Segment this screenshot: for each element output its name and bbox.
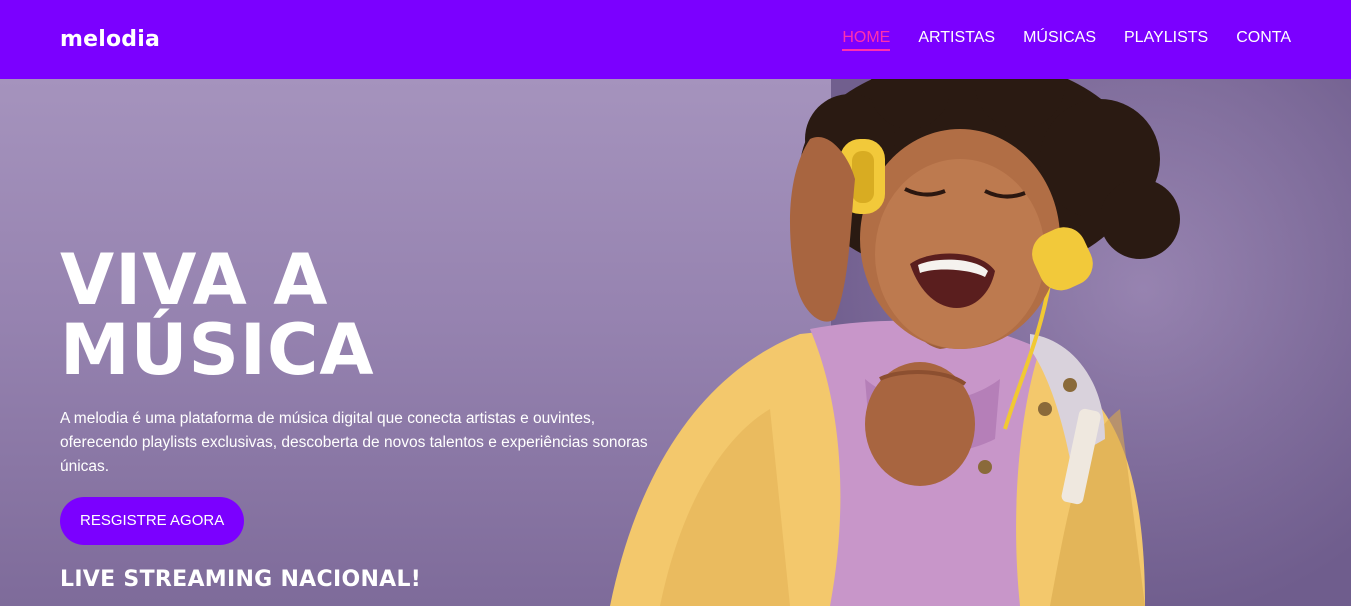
nav-link-home[interactable]: HOME xyxy=(842,29,891,51)
hero-description: A melodia é uma plataforma de música dig… xyxy=(60,410,648,475)
hero-content: VIVA A MÚSICA A melodia é uma plataforma… xyxy=(60,245,660,592)
hero-singer-image xyxy=(610,79,1180,606)
main-navigation: HOME ARTISTAS MÚSICAS PLAYLISTS CONTA xyxy=(842,29,1291,51)
live-streaming-tagline: LIVE STREAMING NACIONAL! xyxy=(60,567,422,592)
nav-link-artistas[interactable]: ARTISTAS xyxy=(918,29,995,51)
register-now-button[interactable]: RESGISTRE AGORA xyxy=(60,497,245,545)
nav-link-playlists[interactable]: PLAYLISTS xyxy=(1124,29,1208,51)
nav-link-musicas[interactable]: MÚSICAS xyxy=(1023,29,1096,51)
hero-title: VIVA A MÚSICA xyxy=(60,239,375,391)
nav-link-conta[interactable]: CONTA xyxy=(1236,29,1291,51)
brand-logo[interactable]: melodia xyxy=(60,27,160,52)
top-navbar: melodia HOME ARTISTAS MÚSICAS PLAYLISTS … xyxy=(0,0,1351,79)
hero-section: VIVA A MÚSICA A melodia é uma plataforma… xyxy=(0,79,1351,606)
